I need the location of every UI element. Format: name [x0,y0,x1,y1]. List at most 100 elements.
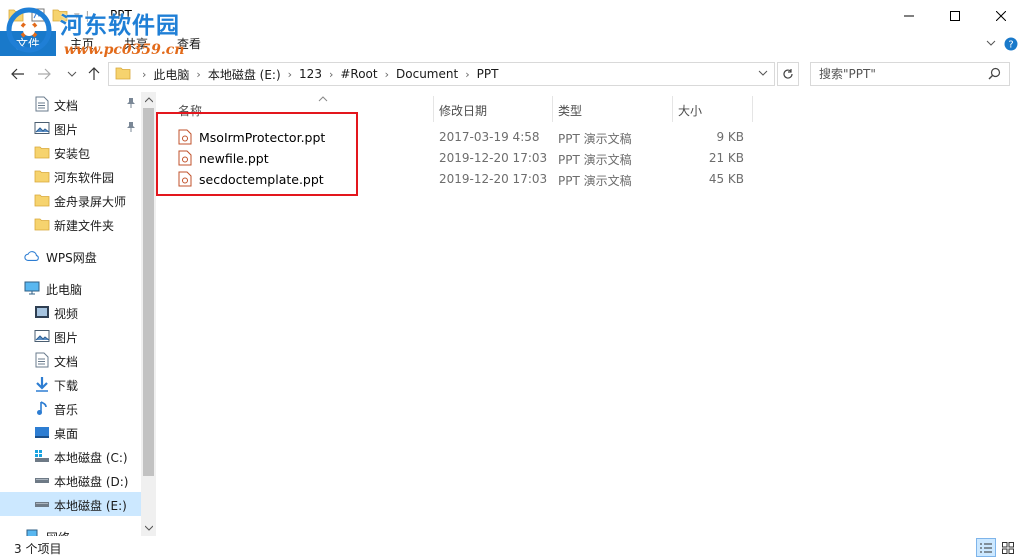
file-name: secdoctemplate.ppt [199,172,324,187]
file-type: PPT 演示文稿 [558,174,632,188]
forward-arrow-icon [38,68,51,80]
pin-icon[interactable] [126,121,136,136]
sidebar-item[interactable]: 音乐 [0,396,141,420]
search-box[interactable] [810,62,1010,86]
tab-home[interactable]: 主页 [70,31,94,56]
sidebar-item[interactable]: 本地磁盘 (D:) [0,468,141,492]
folder-icon [34,144,50,160]
sidebar-item[interactable]: 河东软件园 [0,164,141,188]
folder-icon [34,216,50,232]
minimize-button[interactable] [886,0,932,31]
sidebar-item-label: 新建文件夹 [54,219,115,233]
sidebar-item-label: 图片 [54,331,79,345]
column-header-name[interactable]: 名称 [178,96,328,122]
sidebar-item-label: 视频 [54,307,79,321]
column-header-date[interactable]: 修改日期 [439,98,487,122]
sidebar-item[interactable]: 图片 [0,116,141,140]
sidebar-item[interactable]: WPS网盘 [0,244,141,268]
details-view-button[interactable] [976,538,996,557]
sidebar-item[interactable]: 本地磁盘 (E:) [0,492,141,516]
item-count: 3 个项目 [14,542,62,556]
column-divider[interactable] [672,96,673,122]
sidebar-item[interactable]: 新建文件夹 [0,212,141,236]
file-size: 45 KB [708,172,744,186]
address-history-dropdown-icon[interactable] [758,67,768,81]
recent-locations-button[interactable] [62,64,82,84]
ribbon: 文件 主页 共享 查看 ? [0,31,1024,56]
file-name: newfile.ppt [199,151,269,166]
ppt-file-icon [178,129,192,148]
drive-c-icon [34,448,50,464]
sidebar-item[interactable]: 视频 [0,300,141,324]
sidebar-item[interactable]: 文档 [0,92,141,116]
sidebar-item[interactable]: 文档 [0,348,141,372]
file-size: 21 KB [708,151,744,165]
ppt-file-icon [178,150,192,169]
expand-ribbon-icon[interactable] [986,37,996,51]
title-separator: | [85,8,90,22]
breadcrumb-document[interactable]: Document [396,67,458,81]
file-row[interactable]: newfile.ppt 2019-12-20 17:03 PPT 演示文稿 21 KB [170,147,754,168]
breadcrumb-chevron-icon[interactable]: › [288,68,292,81]
back-button[interactable] [8,64,28,84]
sidebar-item[interactable]: 金舟录屏大师 [0,188,141,212]
sidebar-item[interactable]: 下载 [0,372,141,396]
computer-icon [24,280,40,296]
file-row[interactable]: secdoctemplate.ppt 2019-12-20 17:03 PPT 演示… [170,168,754,189]
column-header-size[interactable]: 大小 [678,98,702,122]
refresh-button[interactable] [777,62,799,86]
breadcrumb-chevron-icon[interactable]: › [329,68,333,81]
tab-view[interactable]: 查看 [177,31,201,56]
column-divider[interactable] [433,96,434,122]
title-bar: ▾ | PPT [0,0,1024,31]
up-button[interactable] [84,64,104,84]
breadcrumb-this-pc[interactable]: 此电脑 [153,66,189,83]
breadcrumb-ppt[interactable]: PPT [477,67,499,81]
breadcrumb-chevron-icon[interactable]: › [196,68,200,81]
pin-icon[interactable] [126,97,136,112]
sidebar-item[interactable]: 网络 [0,524,141,536]
tab-share[interactable]: 共享 [124,31,148,56]
sidebar-item[interactable]: 图片 [0,324,141,348]
breadcrumb-drive-e[interactable]: 本地磁盘 (E:) [208,66,281,83]
sidebar-item[interactable]: 此电脑 [0,276,141,300]
sidebar-item[interactable]: 本地磁盘 (C:) [0,444,141,468]
close-button[interactable] [978,0,1024,31]
new-folder-icon[interactable] [52,7,68,23]
file-row[interactable]: MsoIrmProtector.ppt 2017-03-19 4:58 PPT 演示… [170,126,754,147]
breadcrumb-123[interactable]: 123 [299,67,322,81]
ppt-file-icon [178,171,192,190]
scroll-down-icon[interactable] [141,520,156,536]
breadcrumb-chevron-icon[interactable]: › [465,68,469,81]
tab-file[interactable]: 文件 [0,31,56,56]
address-bar[interactable]: › 此电脑 › 本地磁盘 (E:) › 123 › #Root › Docume… [108,62,775,86]
search-input[interactable] [819,67,979,81]
column-divider[interactable] [552,96,553,122]
up-arrow-icon [88,67,100,80]
qat-dropdown-icon[interactable]: ▾ [74,9,80,22]
sidebar-item[interactable]: 安装包 [0,140,141,164]
help-icon[interactable]: ? [1004,37,1018,54]
nav-scrollbar[interactable] [141,92,156,536]
breadcrumb-chevron-icon[interactable]: › [385,68,389,81]
properties-icon[interactable] [30,7,46,23]
forward-button[interactable] [34,64,54,84]
video-icon [34,304,50,320]
column-header-type[interactable]: 类型 [558,98,582,122]
folder-icon [8,7,24,23]
sidebar-item-label: 桌面 [54,427,79,441]
sidebar-item[interactable]: 桌面 [0,420,141,444]
column-divider[interactable] [752,96,753,122]
breadcrumb-root[interactable]: #Root [340,67,377,81]
details-view-icon [980,543,992,552]
search-icon[interactable] [988,67,1001,83]
file-name: MsoIrmProtector.ppt [199,130,326,145]
scrollbar-thumb[interactable] [143,108,154,476]
back-arrow-icon [11,68,24,80]
maximize-button[interactable] [932,0,978,31]
scroll-up-icon[interactable] [141,92,156,108]
sidebar-item-label: 文档 [54,99,79,113]
breadcrumb-chevron-icon[interactable]: › [142,68,146,81]
large-icons-view-button[interactable] [998,538,1018,557]
pictures-icon [34,120,50,136]
